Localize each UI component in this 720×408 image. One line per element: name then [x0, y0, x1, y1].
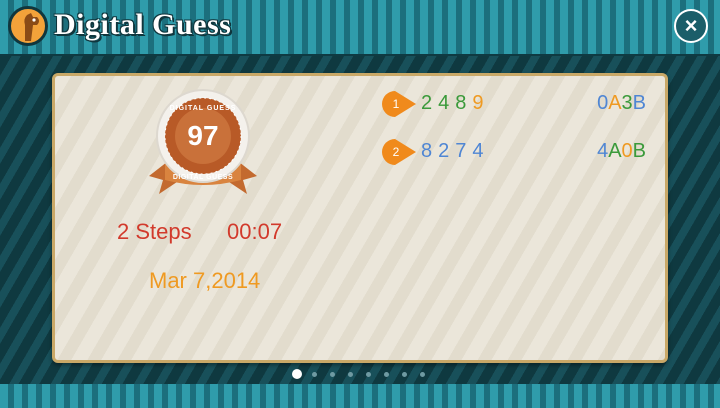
result-char: A [608, 140, 622, 162]
guess-number-pin-icon: 2 [381, 138, 417, 166]
guess-digits: 2489 [421, 92, 490, 115]
guess-digit: 9 [472, 92, 490, 114]
result-char: 4 [597, 140, 609, 162]
steps-count: 2 Steps [117, 219, 192, 244]
guess-digit: 8 [455, 92, 473, 114]
page-dot[interactable] [402, 372, 407, 377]
guess-digit: 4 [472, 140, 490, 162]
page-dot[interactable] [312, 372, 317, 377]
score-value: 97 [187, 120, 219, 151]
guess-digit: 2 [421, 92, 439, 114]
guess-row: 2 8274 4A0B [381, 138, 646, 166]
result-char: 3 [621, 92, 633, 114]
app-title: Digital Guess [54, 8, 232, 41]
game-date: Mar 7,2014 [149, 268, 261, 293]
giraffe-logo-icon [8, 6, 48, 46]
page-dot[interactable] [420, 372, 425, 377]
elapsed-time: 00:07 [227, 219, 283, 244]
app-header: Digital Guess × [0, 0, 720, 56]
guess-digit: 2 [438, 140, 456, 162]
guess-result: 0A3B [597, 92, 646, 115]
guess-digits: 8274 [421, 140, 490, 163]
page-dot[interactable] [384, 372, 389, 377]
guess-digit: 7 [455, 140, 473, 162]
result-char: A [608, 92, 622, 114]
guess-digit: 4 [438, 92, 456, 114]
guess-number-pin-icon: 1 [381, 90, 417, 118]
app-footer [0, 384, 720, 408]
score-badge: DIGITAL GUESS 97 DIGITAL GUESS [143, 86, 263, 196]
page-dot[interactable] [292, 369, 302, 379]
page-dot[interactable] [366, 372, 371, 377]
badge-ring-text: DIGITAL GUESS [169, 105, 237, 112]
page-dot[interactable] [348, 372, 353, 377]
close-button[interactable]: × [674, 9, 708, 43]
badge-ribbon-text: DIGITAL GUESS [172, 174, 234, 181]
result-char: 0 [621, 140, 633, 162]
result-char: B [632, 92, 646, 114]
guess-result: 4A0B [597, 140, 646, 163]
result-card: DIGITAL GUESS 97 DIGITAL GUESS 2 Steps 0… [52, 73, 668, 363]
result-char: 0 [597, 92, 609, 114]
guess-number: 1 [392, 97, 400, 111]
guess-digit: 8 [421, 140, 439, 162]
guess-row: 1 2489 0A3B [381, 90, 646, 118]
page-dot[interactable] [330, 372, 335, 377]
guess-number: 2 [392, 145, 400, 159]
page-indicator [290, 368, 430, 380]
result-char: B [632, 140, 646, 162]
